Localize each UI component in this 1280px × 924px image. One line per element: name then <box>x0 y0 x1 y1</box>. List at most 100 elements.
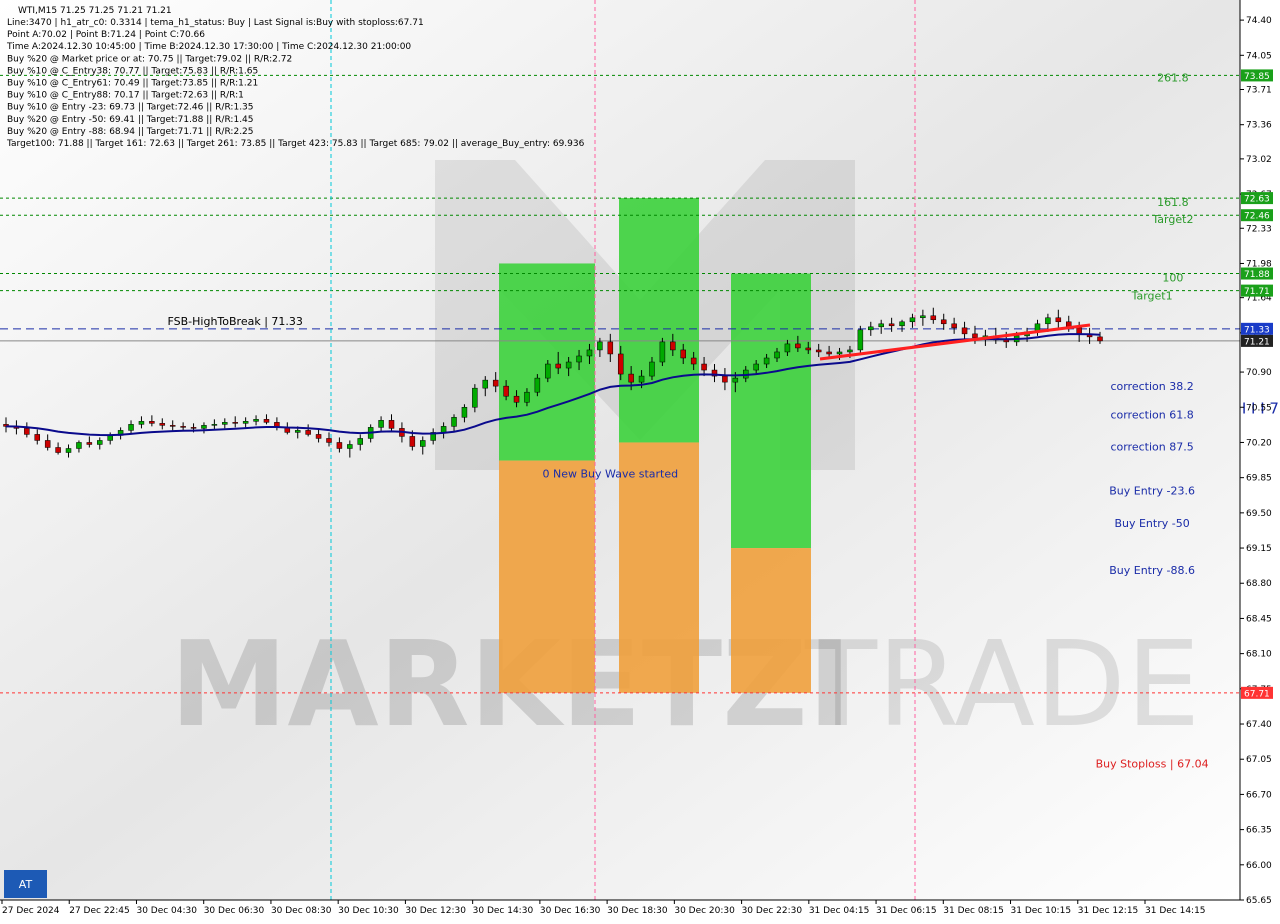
candle-body <box>336 442 343 449</box>
candle-body <box>201 425 207 429</box>
y-tick-label: 67.40 <box>1246 720 1272 730</box>
info-line: Buy %20 @ Entry -50: 69.41 || Target:71.… <box>7 115 254 125</box>
candle-body <box>617 353 624 375</box>
candle-body <box>461 407 468 418</box>
y-tick-label: 73.36 <box>1246 121 1272 131</box>
candle-body <box>649 361 655 377</box>
y-tick-label: 72.33 <box>1246 224 1272 234</box>
candle-body <box>763 357 770 365</box>
price-axis-background <box>1240 0 1280 920</box>
info-line: Time A:2024.12.30 10:45:00 | Time B:2024… <box>6 42 411 52</box>
candle-body <box>169 425 176 427</box>
candle-body <box>440 426 447 433</box>
candle-body <box>576 355 582 363</box>
annotation-label: Buy Stoploss | 67.04 <box>1096 757 1209 770</box>
candle-body <box>263 419 270 423</box>
candle-body <box>107 435 113 441</box>
annotation-label: Buy Entry -50 <box>1114 517 1189 530</box>
y-tick-label: 68.45 <box>1246 614 1272 624</box>
candle-body <box>534 377 541 393</box>
symbol-line: WTI,M15 71.25 71.25 71.21 71.21 <box>18 6 172 16</box>
candle-body <box>242 421 249 424</box>
y-tick-label: 66.00 <box>1246 861 1272 871</box>
y-tick-label: 69.50 <box>1246 509 1272 519</box>
candle-body <box>607 341 614 355</box>
x-tick-label: 31 Dec 14:15 <box>1145 906 1206 916</box>
x-tick-label: 30 Dec 12:30 <box>405 906 466 916</box>
candle-body <box>388 420 395 429</box>
candle-body <box>44 440 51 448</box>
x-tick-label: 31 Dec 04:15 <box>809 906 870 916</box>
annotation-label: 261.8 <box>1157 71 1189 84</box>
candle-body <box>638 375 645 383</box>
candle-body <box>347 444 353 449</box>
candle-body <box>232 422 238 424</box>
y-tick-label: 68.10 <box>1246 650 1272 660</box>
candle-body <box>86 442 93 445</box>
candle-body <box>190 427 197 429</box>
candle-body <box>34 434 41 441</box>
y-tick-label: 70.55 <box>1246 403 1272 413</box>
candle-body <box>503 385 509 397</box>
candle-body <box>138 421 145 425</box>
candle-body <box>878 323 884 328</box>
y-tick-label: 70.90 <box>1246 368 1272 378</box>
candle-body <box>847 349 853 353</box>
candle-body <box>1055 317 1062 323</box>
y-tick-label: 66.35 <box>1246 826 1272 836</box>
annotation-label: 0 New Buy Wave started <box>543 468 679 481</box>
candle-body <box>472 387 478 408</box>
y-tick-label: 68.80 <box>1246 579 1272 589</box>
candle-body <box>1097 336 1103 342</box>
zone-green-3 <box>731 273 811 549</box>
annotation-label: correction 38.2 <box>1110 380 1193 393</box>
zone-green-2 <box>619 198 699 443</box>
candle-body <box>659 341 666 363</box>
info-line: Target100: 71.88 || Target 161: 72.63 ||… <box>6 139 585 149</box>
candle-body <box>1076 327 1082 335</box>
candle-body <box>97 440 103 445</box>
y-tick-label: 74.05 <box>1246 51 1272 61</box>
candle-body <box>732 377 739 383</box>
y-tick-label: 66.70 <box>1246 790 1272 800</box>
candle-body <box>826 351 832 355</box>
candle-body <box>357 438 363 445</box>
candle-body <box>128 424 134 431</box>
candle-body <box>482 379 489 389</box>
autotrade-button[interactable]: AT <box>4 870 47 898</box>
candle-body <box>326 438 332 443</box>
x-tick-label: 30 Dec 18:30 <box>607 906 668 916</box>
info-line: Point A:70.02 | Point B:71.24 | Point C:… <box>7 30 205 40</box>
info-line: Buy %10 @ C_Entry61: 70.49 || Target:73.… <box>7 79 258 89</box>
candle-body <box>701 363 707 371</box>
candle-body <box>315 434 322 439</box>
candle-body <box>222 422 228 425</box>
y-tick-label: 67.05 <box>1246 755 1272 765</box>
x-tick-label: 30 Dec 16:30 <box>540 906 601 916</box>
x-tick-label: 31 Dec 06:15 <box>876 906 937 916</box>
zone-orange-1 <box>499 460 595 693</box>
candle-body <box>774 351 780 359</box>
annotation-label: Target1 <box>1131 290 1173 303</box>
price-badge-label: 67.71 <box>1244 689 1270 699</box>
price-chart: MARKETZI TRADE 261.8161.8Target2100Targe… <box>0 0 1280 920</box>
candle-body <box>492 379 499 387</box>
candle-body <box>451 417 457 427</box>
info-line: Buy %10 @ C_Entry88: 70.17 || Target:72.… <box>7 91 244 101</box>
candle-body <box>951 323 957 329</box>
candle-body <box>628 373 634 383</box>
candle-body <box>65 448 72 453</box>
price-badge-label: 71.71 <box>1244 287 1270 297</box>
candle-body <box>836 351 843 355</box>
y-tick-label: 69.85 <box>1246 474 1272 484</box>
candle-body <box>930 315 937 321</box>
price-badge-label: 71.33 <box>1244 325 1270 335</box>
price-badge-label: 72.46 <box>1244 212 1270 222</box>
x-tick-label: 31 Dec 08:15 <box>943 906 1004 916</box>
watermark-suffix: TRADE <box>804 615 1200 753</box>
candle-body <box>690 357 697 365</box>
candle-body <box>211 424 218 426</box>
x-tick-label: 30 Dec 22:30 <box>742 906 803 916</box>
info-line: Buy %20 @ Entry -88: 68.94 || Target:71.… <box>7 127 254 137</box>
candle-body <box>940 319 947 325</box>
